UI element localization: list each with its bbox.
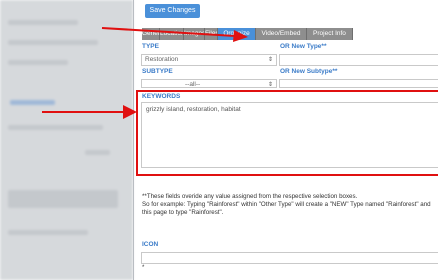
up-down-arrows-icon: ⇕	[267, 57, 273, 63]
tab-project-info[interactable]: Project Info	[307, 28, 353, 40]
note-line-3: this page to type "Rainforest".	[142, 209, 224, 216]
subtype-select-value: --all--	[185, 81, 201, 88]
subtype-label: SUBTYPE	[142, 68, 173, 75]
new-subtype-input[interactable]	[279, 79, 438, 88]
keywords-textarea[interactable]: grizzly island, restoration, habitat	[141, 102, 438, 168]
new-type-label: OR New Type**	[280, 43, 327, 50]
type-select-value: Restoration	[145, 56, 179, 63]
up-down-arrows-icon: ⇕	[267, 82, 273, 88]
keywords-label: KEYWORDS	[142, 93, 181, 100]
subtype-select[interactable]: --all-- ⇕	[141, 79, 277, 88]
note-line-1: **These fields overide any value assigne…	[142, 193, 358, 200]
new-subtype-label: OR New Subtype**	[280, 68, 338, 75]
red-arrow-icon	[101, 27, 248, 42]
save-changes-button[interactable]: Save Changes	[145, 4, 200, 18]
required-star-icon: *	[142, 265, 145, 271]
new-type-input[interactable]	[279, 54, 438, 66]
icon-input[interactable]	[141, 252, 438, 264]
red-arrow-icon	[42, 105, 137, 119]
type-select[interactable]: Restoration ⇕	[141, 54, 277, 66]
tab-video-embed[interactable]: Video/Embed	[256, 28, 307, 40]
note-line-2: So for example: Typing "Rainforest" with…	[142, 201, 431, 208]
icon-label: ICON	[142, 241, 159, 248]
